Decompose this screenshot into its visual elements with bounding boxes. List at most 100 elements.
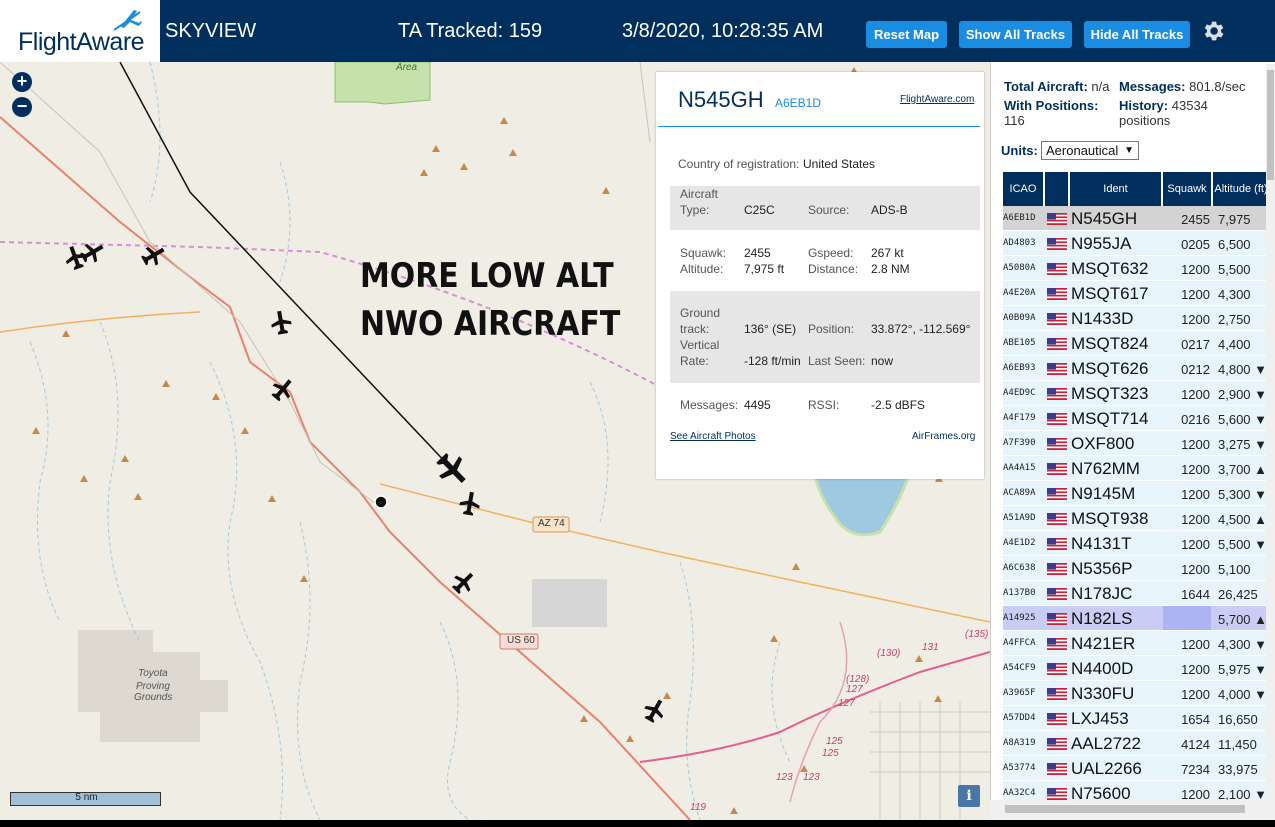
table-row[interactable]: A8A319AAL2722412411,450 ▲ [1003,731,1269,767]
vertical-scroll-thumb[interactable] [1267,70,1274,180]
altitude-label: Altitude: [680,262,724,276]
table-row[interactable]: A6EB1D N545GH 2455 7,975 [1003,206,1269,231]
row-altitude: 6,500 [1218,237,1251,252]
aircraft-list-panel: Total Aircraft: n/a Messages: 801.8/sec … [990,62,1275,820]
position-label: Position: [808,322,855,336]
table-row[interactable]: A137B0N178JC164426,425 ▲ [1003,581,1269,617]
table-row[interactable]: A4ED9C MSQT323 1200 2,900 ▼ [1003,381,1269,406]
us-flag-icon [1047,713,1067,725]
table-row[interactable]: A54CF9 N4400D 1200 5,975 ▼ [1003,656,1269,681]
aircraft-info-popup: N545GH A6EB1D FlightAware.com Country of… [656,72,984,479]
dropdown-arrow-icon: ▼ [1124,145,1134,156]
row-icao: A6EB93 [1003,363,1036,373]
history-value: 43534 [1171,98,1208,113]
row-ident: MSQT626 [1071,359,1149,378]
row-icao: A7F390 [1003,438,1036,448]
aircraft-photos-link[interactable]: See Aircraft Photos [670,431,756,442]
us-flag-icon [1047,338,1067,350]
scale-label: 5 nm [75,792,98,803]
us-flag-icon [1047,388,1067,400]
table-row[interactable]: A51A9D MSQT938 1200 4,500 ▲ [1003,506,1269,531]
row-icao: A0B09A [1003,313,1036,323]
route-123b-label: 123 [803,772,820,783]
flightaware-logo[interactable]: FlightAware [0,0,160,62]
row-squawk: 1200 [1181,462,1210,477]
scale-bar: 5 nm [10,792,161,806]
table-row[interactable]: A7F390 OXF800 1200 3,275 ▼ [1003,431,1269,456]
row-icao: A3965F [1003,688,1036,698]
row-ident: MSQT938 [1071,509,1149,528]
reset-map-button[interactable]: Reset Map [866,21,947,48]
row-squawk: 2455 [1181,212,1210,227]
row-icao: A51A9D [1003,513,1036,523]
with-positions-stat: With Positions: 116 [1004,98,1099,128]
history-unit: positions [1119,113,1171,128]
table-row[interactable]: ACA89A N9145M 1200 5,300 ▼ [1003,481,1269,506]
route-123a-label: 123 [776,772,793,783]
row-icao: A4E1D2 [1003,538,1036,548]
table-row[interactable]: A4FFCA N421ER 1200 4,300 ▼ [1003,631,1269,656]
row-icao: A53774 [1003,763,1036,773]
col-icao[interactable]: ICAO [1003,172,1045,206]
airframes-link[interactable]: AirFrames.org [912,431,975,442]
us-flag-icon [1047,413,1067,425]
table-row[interactable]: AA4A15 N762MM 1200 3,700 ▲ [1003,456,1269,481]
zoom-out-button[interactable]: − [12,97,32,117]
table-row[interactable]: A14925 N182LS 5,700 ▲ [1003,606,1269,631]
row-icao: A4F179 [1003,413,1036,423]
row-ident: MSQT824 [1071,334,1149,353]
table-row[interactable]: A6C638 N5356P 1200 5,100 [1003,556,1269,581]
table-row[interactable]: A4E1D2 N4131T 1200 5,500 ▼ [1003,531,1269,556]
info-button[interactable]: i [958,785,980,807]
row-altitude: 3,275 ▼ [1218,437,1268,452]
table-row[interactable]: A0B09A N1433D 1200 2,750 [1003,306,1269,331]
table-row[interactable]: A4E20A MSQT617 1200 4,300 [1003,281,1269,306]
col-ident[interactable]: Ident [1070,172,1163,206]
us-flag-icon [1047,663,1067,675]
hide-all-tracks-button[interactable]: Hide All Tracks [1084,21,1190,48]
row-ident: N1433D [1071,309,1134,328]
route-127a-label: 127 [846,684,863,695]
flightaware-link[interactable]: FlightAware.com [900,94,974,105]
messages-rate-label: Messages: [1119,79,1186,94]
us-flag-icon [1047,238,1067,250]
squawk-speed-block: Squawk: 2455 Gspeed: 267 kt Altitude: 7,… [670,242,980,282]
row-ident: OXF800 [1071,434,1135,453]
table-row[interactable]: ABE105 MSQT824 0217 4,400 [1003,331,1269,356]
row-squawk: 1200 [1181,437,1210,452]
col-altitude[interactable]: Altitude (ft) [1213,172,1269,206]
col-squawk[interactable]: Squawk [1163,172,1213,206]
source-value: ADS-B [871,203,908,217]
us-flag-icon [1047,563,1067,575]
table-row[interactable]: A6EB93 MSQT626 0212 4,800 ▼ [1003,356,1269,381]
history-label: History: [1119,98,1169,113]
table-row[interactable]: A53774 UAL2266 7234 33,975 [1003,756,1269,781]
row-squawk: 0216 [1181,412,1210,427]
gspeed-value: 267 kt [871,246,904,260]
annotation-line-2: NWO AIRCRAFT [360,304,621,344]
table-row[interactable]: AD4803 N955JA 0205 6,500 [1003,231,1269,256]
row-squawk: 1654 [1181,712,1210,727]
tracked-count: TA Tracked: 159 [398,20,543,42]
app-title: SKYVIEW [165,20,257,42]
horizontal-scroll-thumb[interactable] [1005,805,1245,813]
us-flag-icon [1047,488,1067,500]
ground-track-label-2: track: [680,322,710,336]
row-ident: N762MM [1071,459,1140,478]
row-altitude: 5,500 ▼ [1218,537,1268,552]
row-squawk: 1200 [1181,562,1210,577]
row-altitude: 4,800 ▼ [1218,362,1268,377]
show-all-tracks-button[interactable]: Show All Tracks [959,21,1072,48]
zoom-in-button[interactable]: + [12,72,32,92]
row-icao: A6C638 [1003,563,1036,573]
table-row[interactable]: A5080A MSQT632 1200 5,500 [1003,256,1269,281]
table-row[interactable]: A3965F N330FU 1200 4,000 ▼ [1003,681,1269,706]
position-value: 33.872°, -112.569° [871,322,971,336]
table-row[interactable]: A4F179 MSQT714 0216 5,600 ▼ [1003,406,1269,431]
proving-label: Proving [136,681,170,692]
table-row[interactable]: A57DD4LXJ453165416,650 ▲ [1003,706,1269,742]
gear-icon[interactable] [1200,18,1226,44]
units-select[interactable]: Aeronautical ▼ [1041,141,1139,160]
table-body: A6EB1D N545GH 2455 7,975 AD4803 N955JA 0205 6,5… [1003,206,1269,806]
area-label: Area [396,62,418,73]
